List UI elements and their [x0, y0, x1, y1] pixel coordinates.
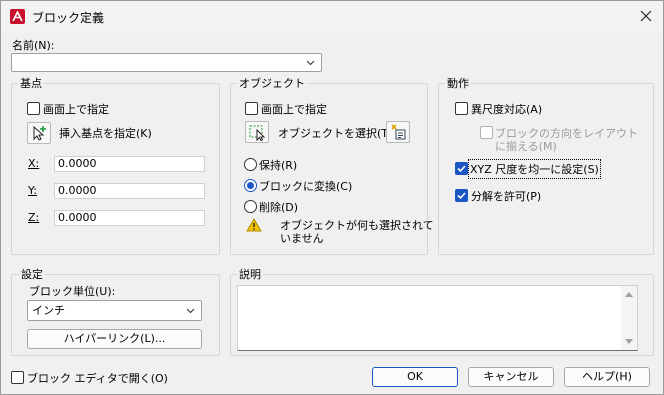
select-objects-icon	[249, 125, 266, 142]
pick-point-icon	[33, 125, 46, 141]
ok-button[interactable]: OK	[372, 367, 458, 387]
chevron-down-icon	[186, 308, 195, 313]
objects-title: オブジェクト	[237, 75, 307, 91]
match-orientation-line-2: に揃える(M)	[495, 140, 557, 153]
objects-onscreen-label: 画面上で指定	[261, 103, 327, 116]
hyperlink-button[interactable]: ハイパーリンク(L)...	[27, 329, 202, 349]
y-input[interactable]: 0.0000	[54, 183, 205, 199]
scroll-down-icon[interactable]	[625, 339, 633, 345]
autocad-logo-icon	[10, 9, 25, 24]
basepoint-title: 基点	[18, 75, 44, 91]
name-label: 名前(N):	[12, 39, 55, 52]
convert-radio[interactable]	[244, 179, 257, 192]
retain-label: 保持(R)	[259, 159, 298, 172]
basepoint-onscreen-checkbox[interactable]	[27, 102, 40, 115]
title-bar: ブロック定義	[1, 1, 663, 32]
open-in-editor-label: ブロック エディタで開く(O)	[27, 372, 168, 385]
block-unit-value: インチ	[32, 304, 65, 317]
select-objects-label: オブジェクトを選択(T)	[278, 127, 393, 140]
retain-radio[interactable]	[244, 158, 257, 171]
x-label: X:	[28, 157, 40, 170]
z-input[interactable]: 0.0000	[54, 210, 205, 226]
close-button[interactable]	[629, 1, 663, 32]
z-label: Z:	[28, 211, 40, 224]
annotative-checkbox[interactable]	[455, 102, 468, 115]
delete-label: 削除(D)	[259, 201, 299, 214]
uniform-scale-label: XYZ 尺度を均一に設定(S)	[468, 159, 601, 179]
warning-line-2: いません	[280, 232, 324, 245]
delete-radio[interactable]	[244, 200, 257, 213]
help-button[interactable]: ヘルプ(H)	[564, 367, 650, 387]
block-unit-label: ブロック単位(U):	[29, 285, 116, 298]
quick-select-button[interactable]	[386, 121, 410, 143]
checkmark-icon	[457, 192, 466, 200]
allow-explode-checkbox[interactable]	[455, 189, 468, 202]
chevron-down-icon	[306, 60, 315, 65]
description-title: 説明	[237, 266, 263, 282]
block-unit-select[interactable]: インチ	[27, 300, 202, 321]
name-combobox[interactable]	[11, 53, 322, 72]
match-orientation-checkbox[interactable]	[480, 126, 493, 139]
y-label: Y:	[28, 184, 37, 197]
behavior-title: 動作	[445, 75, 471, 91]
allow-explode-label: 分解を許可(P)	[471, 190, 542, 203]
open-in-editor-checkbox[interactable]	[11, 371, 24, 384]
description-scrollbar[interactable]	[621, 286, 637, 350]
objects-onscreen-checkbox[interactable]	[245, 102, 258, 115]
block-definition-dialog: ブロック定義 名前(N): 基点 画面上で指定 挿入基点を指定(K) X: 0.…	[0, 0, 664, 395]
settings-title: 設定	[19, 266, 45, 282]
uniform-scale-checkbox[interactable]	[455, 162, 468, 175]
description-textarea[interactable]	[237, 285, 638, 351]
warning-icon	[246, 218, 262, 232]
annotative-label: 異尺度対応(A)	[471, 103, 543, 116]
quick-select-icon	[391, 124, 406, 140]
basepoint-onscreen-label: 画面上で指定	[43, 103, 109, 116]
convert-label: ブロックに変換(C)	[259, 180, 353, 193]
window-title: ブロック定義	[32, 11, 105, 25]
pick-point-button[interactable]	[27, 122, 51, 144]
checkmark-icon	[457, 165, 466, 173]
cancel-button[interactable]: キャンセル	[468, 367, 554, 387]
select-objects-button[interactable]	[245, 121, 269, 143]
close-icon	[640, 10, 652, 22]
x-input[interactable]: 0.0000	[54, 156, 205, 172]
pick-point-label: 挿入基点を指定(K)	[59, 127, 152, 140]
scroll-up-icon[interactable]	[625, 291, 633, 297]
